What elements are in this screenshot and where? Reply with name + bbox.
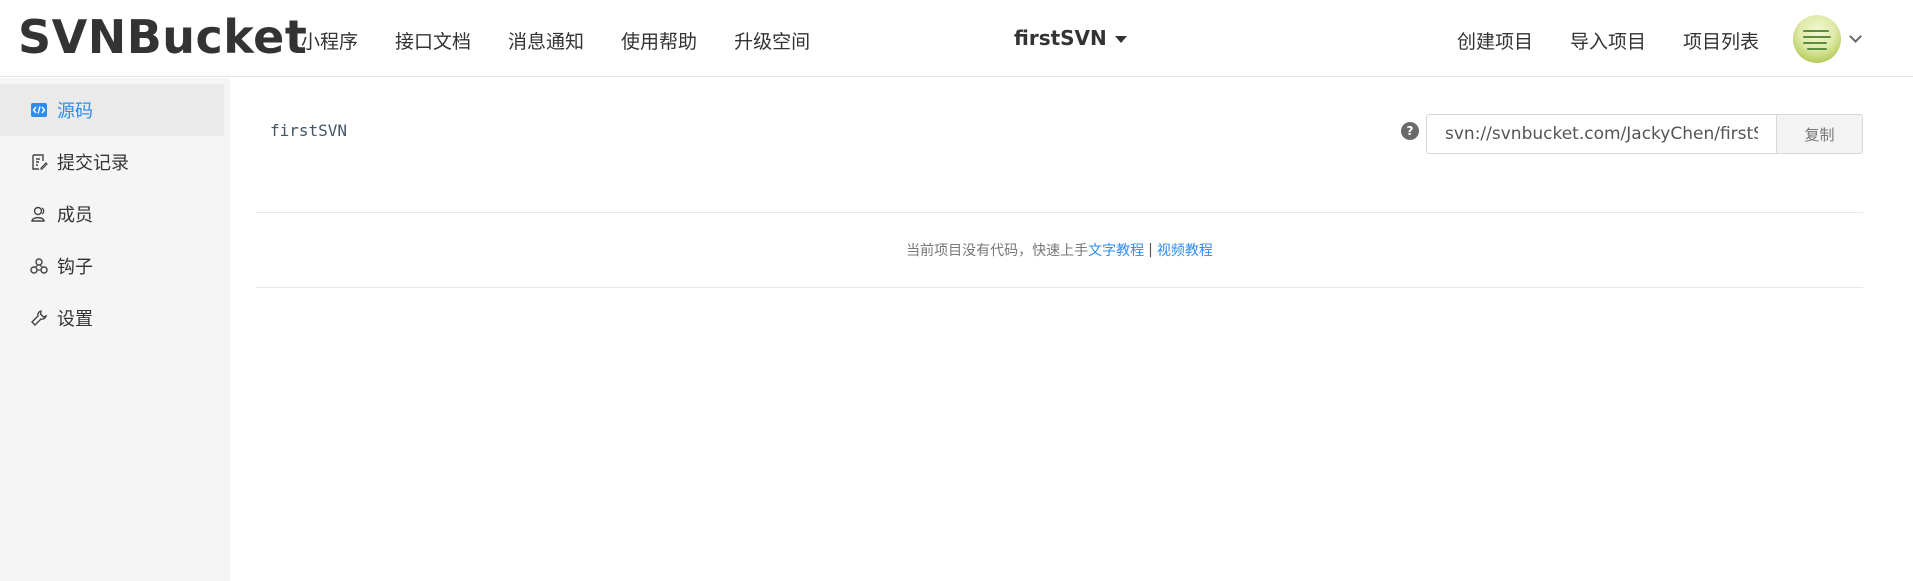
- commit-log-icon: [32, 154, 48, 170]
- import-project-link[interactable]: 导入项目: [1570, 27, 1646, 54]
- sidebar-item-source[interactable]: 源码: [0, 84, 224, 136]
- copy-button[interactable]: 复制: [1776, 114, 1863, 154]
- sidebar-item-label: 钩子: [57, 257, 93, 278]
- sidebar-item-label: 设置: [57, 309, 93, 330]
- caret-down-icon: [1114, 35, 1127, 43]
- settings-wrench-icon: [31, 310, 47, 326]
- repo-url-group: 复制: [1426, 114, 1863, 154]
- create-project-link[interactable]: 创建项目: [1457, 27, 1533, 54]
- sidebar-item-settings[interactable]: 设置: [0, 292, 230, 344]
- user-menu[interactable]: [1793, 15, 1862, 63]
- hook-icon: [30, 258, 48, 274]
- chevron-down-icon[interactable]: [1849, 29, 1862, 43]
- sidebar-item-label: 提交记录: [57, 153, 129, 174]
- help-icon[interactable]: ?: [1401, 122, 1419, 140]
- avatar[interactable]: [1793, 15, 1841, 63]
- empty-repo-text: 当前项目没有代码，快速上手: [906, 243, 1089, 259]
- nav-mini-program[interactable]: 小程序: [301, 27, 358, 54]
- empty-repo-notice: 当前项目没有代码，快速上手 文字教程 | 视频教程: [256, 212, 1863, 288]
- members-icon: [31, 206, 45, 222]
- nav-api-docs[interactable]: 接口文档: [395, 27, 471, 54]
- logo[interactable]: SVNBucket: [18, 10, 307, 64]
- sidebar: 源码 提交记录 成员 钩子 设置: [0, 78, 230, 581]
- code-icon: [31, 103, 47, 117]
- nav-help[interactable]: 使用帮助: [621, 27, 697, 54]
- project-nav: 创建项目 导入项目 项目列表: [1457, 27, 1759, 54]
- sidebar-item-commits[interactable]: 提交记录: [0, 136, 230, 188]
- main-nav: 小程序 接口文档 消息通知 使用帮助 升级空间: [301, 27, 810, 54]
- repo-name: firstSVN: [270, 121, 348, 140]
- project-name: firstSVN: [1014, 26, 1107, 50]
- sidebar-item-hooks[interactable]: 钩子: [0, 240, 230, 292]
- sidebar-item-label: 成员: [57, 205, 93, 226]
- link-separator: |: [1148, 242, 1153, 258]
- repo-url-input[interactable]: [1426, 114, 1776, 154]
- project-switcher[interactable]: firstSVN: [1014, 26, 1127, 50]
- project-list-link[interactable]: 项目列表: [1683, 27, 1759, 54]
- sidebar-item-label: 源码: [57, 101, 93, 122]
- sidebar-item-members[interactable]: 成员: [0, 188, 230, 240]
- nav-upgrade-space[interactable]: 升级空间: [734, 27, 810, 54]
- nav-notifications[interactable]: 消息通知: [508, 27, 584, 54]
- video-tutorial-link[interactable]: 视频教程: [1157, 240, 1213, 260]
- top-navbar: SVNBucket 小程序 接口文档 消息通知 使用帮助 升级空间 firstS…: [0, 0, 1913, 77]
- text-tutorial-link[interactable]: 文字教程: [1088, 240, 1144, 260]
